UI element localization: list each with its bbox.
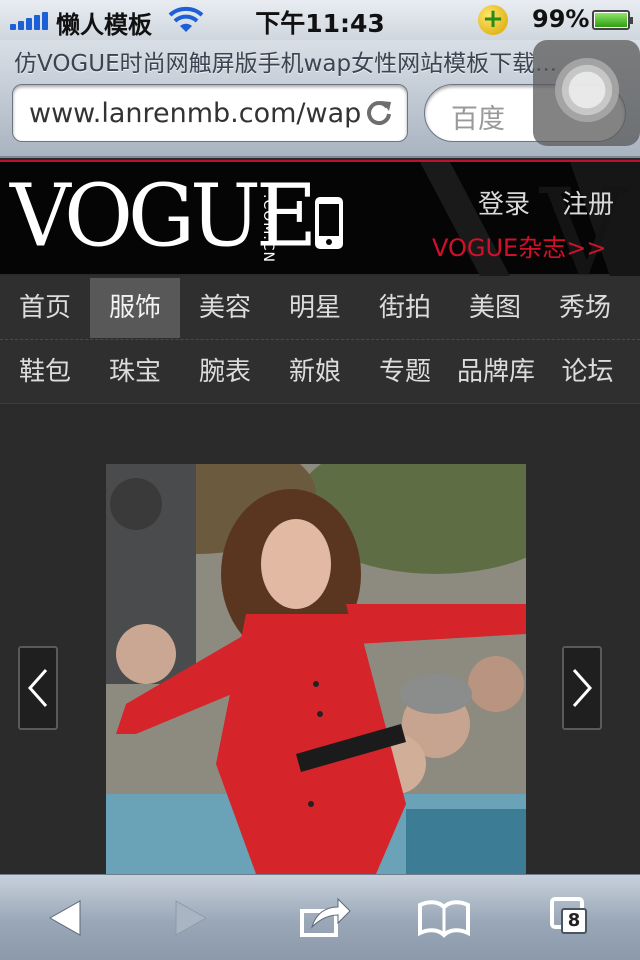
url-text[interactable]: www.lanrenmb.com/wap — [29, 98, 363, 129]
nav-item-brands[interactable]: 品牌库 — [450, 342, 542, 402]
bookmarks-icon[interactable] — [414, 893, 474, 943]
mobile-phone-icon — [315, 197, 343, 249]
forward-arrow-icon[interactable] — [160, 893, 220, 943]
tabs-count-badge[interactable]: 8 — [561, 908, 587, 934]
assistive-touch-button[interactable] — [533, 40, 640, 146]
nav-item-bride[interactable]: 新娘 — [270, 342, 360, 402]
login-link[interactable]: 登录 — [478, 184, 530, 221]
nav-item-beauty[interactable]: 美容 — [180, 278, 270, 338]
nav-item-fashion[interactable]: 服饰 — [90, 278, 180, 338]
nav-item-topics[interactable]: 专题 — [360, 342, 450, 402]
search-placeholder: 百度 — [451, 104, 505, 135]
nav-item-forum[interactable]: 论坛 — [545, 342, 630, 402]
carousel-next-button[interactable] — [562, 646, 602, 730]
carousel-prev-button[interactable] — [18, 646, 58, 730]
battery-icon — [592, 10, 633, 30]
browser-chrome: 仿VOGUE时尚网触屏版手机wap女性网站模板下载... www.lanrenm… — [0, 40, 640, 158]
back-arrow-icon[interactable] — [36, 893, 96, 943]
carousel-slide-image[interactable] — [106, 464, 526, 874]
magazine-link[interactable]: VOGUE杂志>> — [432, 228, 606, 263]
nav-row-1: 首页 服饰 美容 明星 街拍 美图 秀场 — [0, 276, 640, 340]
nav-item-celebrity[interactable]: 明星 — [270, 278, 360, 338]
url-field[interactable]: www.lanrenmb.com/wap — [12, 84, 408, 142]
nav-item-street[interactable]: 街拍 — [360, 278, 450, 338]
share-icon[interactable] — [294, 893, 354, 943]
logo-domain: .COM.CN — [260, 194, 276, 264]
nav-row-2: 鞋包 珠宝 腕表 新娘 专题 品牌库 论坛 — [0, 340, 640, 404]
nav-item-jewelry[interactable]: 珠宝 — [90, 342, 180, 402]
chevron-left-icon — [27, 669, 48, 707]
battery-percent: 99% — [532, 5, 590, 33]
chevron-right-icon — [572, 669, 593, 707]
reload-icon[interactable] — [363, 97, 395, 129]
page-title: 仿VOGUE时尚网触屏版手机wap女性网站模板下载... — [14, 51, 558, 77]
plus-icon: + — [478, 5, 508, 35]
nav-item-watches[interactable]: 腕表 — [180, 342, 270, 402]
main-content — [0, 404, 640, 874]
nav-item-bags[interactable]: 鞋包 — [0, 342, 90, 402]
register-link[interactable]: 注册 — [562, 184, 614, 221]
status-bar: 懒人模板 下午11:43 + 99% — [0, 0, 640, 40]
site-header: V VOGUE .COM.CN 登录 注册 VOGUE杂志>> — [0, 160, 640, 276]
slide-photo — [106, 464, 526, 874]
browser-toolbar — [0, 874, 640, 960]
nav-item-runway[interactable]: 秀场 — [540, 278, 630, 338]
nav-item-gallery[interactable]: 美图 — [450, 278, 540, 338]
category-nav: 首页 服饰 美容 明星 街拍 美图 秀场 鞋包 珠宝 腕表 新娘 专题 品牌库 … — [0, 276, 640, 404]
nav-item-home[interactable]: 首页 — [0, 278, 90, 338]
